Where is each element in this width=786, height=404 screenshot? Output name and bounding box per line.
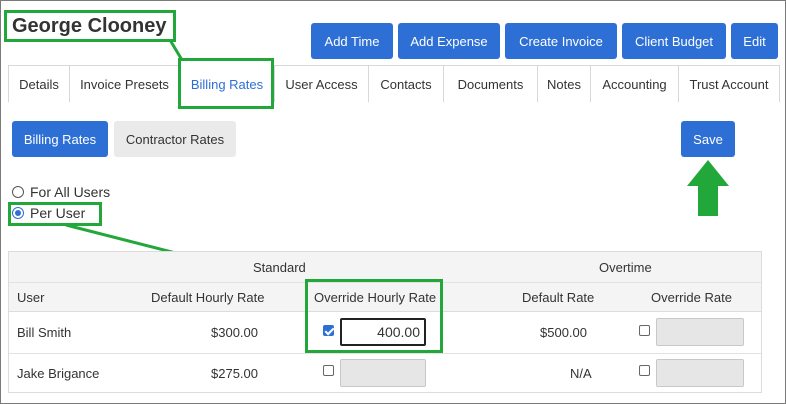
row-user-bill-smith: Bill Smith [17,325,72,340]
radio-circle-icon[interactable] [12,186,24,198]
create-invoice-button[interactable]: Create Invoice [505,23,617,59]
column-header-user: User [17,290,45,305]
billing-rates-table: Standard Overtime User Default Hourly Ra… [8,251,762,393]
radio-circle-checked-icon[interactable] [12,207,24,219]
tab-user-access[interactable]: User Access [274,65,369,102]
client-tabs: Details Invoice Presets Billing Rates Us… [8,65,780,102]
group-header-standard: Standard [253,260,306,275]
column-header-override-hourly-rate: Override Hourly Rate [314,290,437,305]
client-name-heading: George Clooney [4,10,176,42]
tab-notes[interactable]: Notes [537,65,591,102]
save-button[interactable]: Save [681,121,735,157]
column-header-default-rate: Default Rate [522,290,595,305]
group-header-overtime: Overtime [599,260,652,275]
tab-details[interactable]: Details [8,65,70,102]
radio-label-per-user: Per User [30,205,86,221]
row-ot-default-rate: $500.00 [540,325,587,340]
row-user-jake-brigance: Jake Brigance [17,366,100,381]
annotation-up-arrow-icon [687,160,729,216]
column-header-override-rate: Override Rate [651,290,732,305]
radio-label-for-all-users: For All Users [30,184,111,200]
radio-per-user[interactable]: Per User [12,205,85,221]
row-divider [9,353,761,354]
row-default-hourly-rate: $300.00 [211,325,258,340]
row-default-hourly-rate: $275.00 [211,366,258,381]
add-time-button[interactable]: Add Time [311,23,393,59]
row-ot-default-rate: N/A [570,366,592,381]
subtab-billing-rates[interactable]: Billing Rates [12,121,108,157]
ot-override-checkbox[interactable] [639,325,650,336]
column-header-default-hourly-rate: Default Hourly Rate [151,290,265,305]
header-divider [9,282,761,283]
client-budget-button[interactable]: Client Budget [622,23,726,59]
override-hourly-checkbox[interactable] [323,365,334,376]
add-expense-button[interactable]: Add Expense [398,23,500,59]
radio-for-all-users[interactable]: For All Users [12,184,110,200]
tab-accounting[interactable]: Accounting [590,65,679,102]
override-hourly-rate-input[interactable] [340,359,426,387]
ot-override-rate-input[interactable] [656,359,744,387]
override-hourly-checkbox[interactable] [323,325,334,336]
tab-trust-account[interactable]: Trust Account [678,65,780,102]
ot-override-checkbox[interactable] [639,365,650,376]
override-hourly-rate-input[interactable]: 400.00 [340,318,426,346]
subtab-contractor-rates[interactable]: Contractor Rates [114,121,236,157]
tab-contacts[interactable]: Contacts [368,65,444,102]
tab-invoice-presets[interactable]: Invoice Presets [69,65,180,102]
ot-override-rate-input[interactable] [656,318,744,346]
edit-button[interactable]: Edit [731,23,778,59]
tab-billing-rates[interactable]: Billing Rates [181,65,273,102]
tab-documents[interactable]: Documents [443,65,538,102]
